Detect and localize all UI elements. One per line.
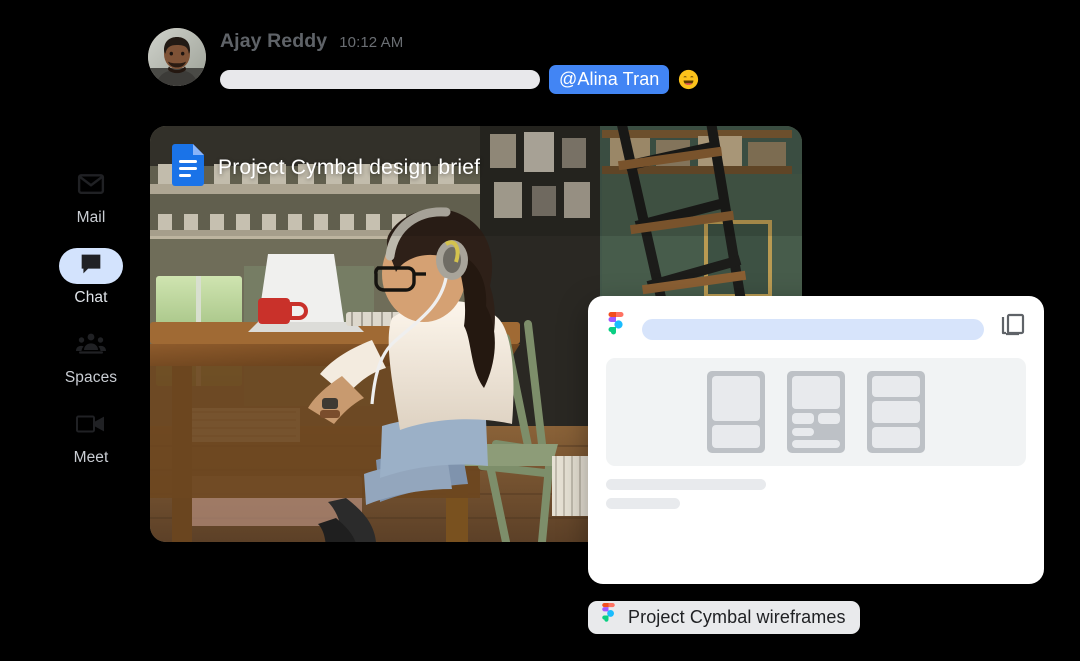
avatar[interactable] — [148, 28, 206, 86]
wireframe-block — [872, 401, 920, 423]
message-timestamp: 10:12 AM — [339, 34, 404, 51]
meet-pill — [59, 408, 123, 444]
smiling-face-emoji — [678, 69, 699, 90]
wireframe-block — [712, 376, 760, 421]
mention-chip[interactable]: @Alina Tran — [549, 65, 670, 94]
spaces-pill — [59, 328, 123, 364]
sidebar-item-chat[interactable]: Chat — [34, 240, 148, 306]
message-content-line: @Alina Tran — [220, 65, 699, 94]
sidebar-item-label-spaces: Spaces — [64, 369, 118, 387]
sidebar-item-label-mail: Mail — [76, 209, 106, 226]
sender-name: Ajay Reddy — [220, 30, 328, 52]
wireframe-frame-3 — [867, 371, 925, 453]
figma-preview-card[interactable] — [588, 296, 1044, 584]
figma-card-footer — [606, 479, 1026, 509]
footer-placeholder-line-2 — [606, 498, 680, 509]
mail-pill — [59, 168, 123, 204]
sidebar-item-label-chat: Chat — [74, 289, 108, 307]
spaces-icon — [75, 329, 107, 364]
wireframe-frame-1 — [707, 371, 765, 453]
wireframe-block — [792, 376, 840, 409]
google-docs-icon — [172, 144, 204, 191]
message-text-placeholder — [220, 70, 540, 89]
chat-icon — [77, 250, 105, 283]
wireframe-block — [818, 413, 840, 424]
sidebar-nav: Mail Chat Spaces Meet — [34, 160, 148, 466]
figma-url-placeholder[interactable] — [642, 318, 984, 340]
chat-pill — [59, 248, 123, 285]
figma-card-toolbar — [606, 311, 1026, 347]
wireframe-block — [712, 425, 760, 448]
document-title-chip[interactable]: Project Cymbal design brief — [172, 144, 480, 191]
footer-placeholder-line-1 — [606, 479, 766, 490]
figma-icon — [600, 602, 617, 633]
wireframe-block — [792, 428, 814, 436]
wireframe-block — [872, 376, 920, 398]
figma-icon — [606, 311, 626, 347]
copy-icon[interactable] — [1000, 313, 1026, 346]
user-avatar-photo — [148, 28, 206, 86]
tooltip-label: Project Cymbal wireframes — [628, 607, 846, 627]
sidebar-item-label-meet: Meet — [73, 449, 109, 467]
meet-icon — [75, 411, 107, 442]
wireframe-canvas[interactable] — [606, 358, 1026, 466]
wireframe-block — [792, 413, 814, 424]
wireframe-row — [792, 413, 840, 424]
figma-file-tooltip: Project Cymbal wireframes — [588, 601, 860, 634]
message-header-line: Ajay Reddy 10:12 AM — [220, 30, 699, 56]
wireframe-frame-2 — [787, 371, 845, 453]
sidebar-item-meet[interactable]: Meet — [34, 400, 148, 466]
document-title: Project Cymbal design brief — [218, 155, 481, 179]
chat-message: Ajay Reddy 10:12 AM @Alina Tran — [148, 28, 699, 94]
app-root: Mail Chat Spaces Meet Ajay Reddy 10:12 A… — [0, 0, 1080, 661]
wireframe-block — [792, 439, 840, 448]
wireframe-block — [872, 426, 920, 448]
sidebar-item-spaces[interactable]: Spaces — [34, 320, 148, 386]
message-body: Ajay Reddy 10:12 AM @Alina Tran — [220, 28, 699, 94]
sidebar-item-mail[interactable]: Mail — [34, 160, 148, 226]
mail-icon — [76, 169, 106, 204]
